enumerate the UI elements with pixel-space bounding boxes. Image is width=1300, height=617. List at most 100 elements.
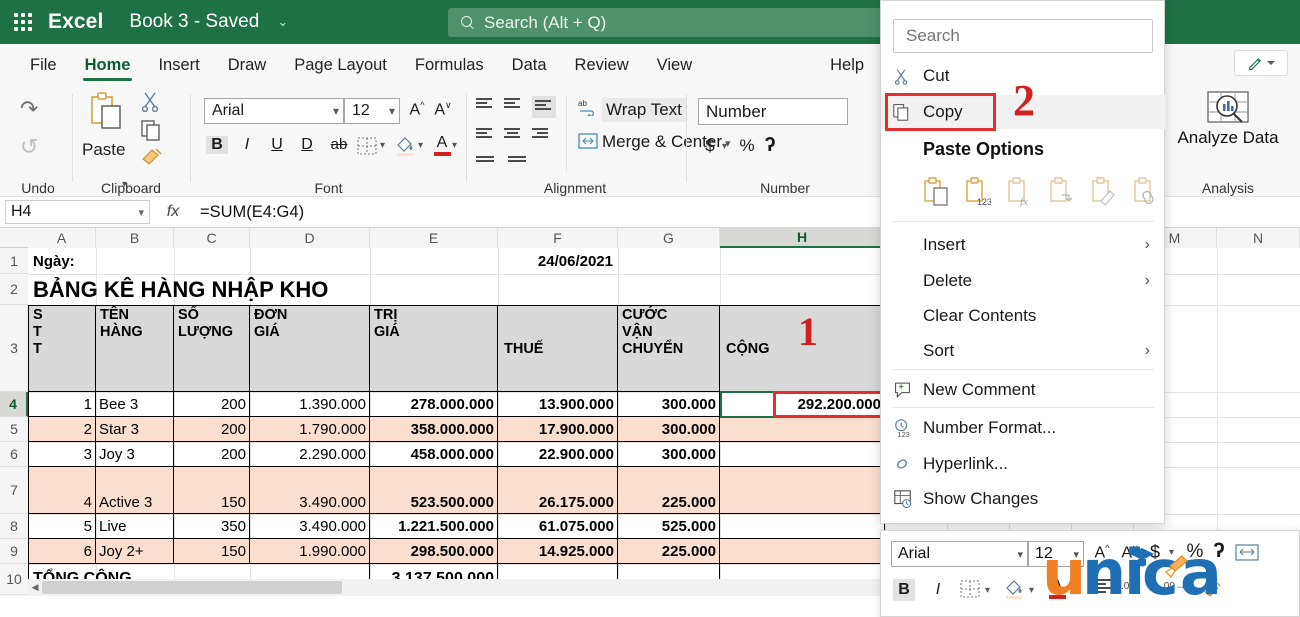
- table-header-so-luong[interactable]: SỐ LƯỢNG: [174, 305, 250, 392]
- mini-format-painter-icon[interactable]: [1201, 579, 1223, 599]
- table-row[interactable]: [720, 467, 885, 514]
- column-header-B[interactable]: B: [96, 228, 174, 248]
- table-row[interactable]: 3.490.000: [250, 514, 370, 539]
- table-row[interactable]: 225.000: [618, 467, 720, 514]
- mini-font-name-select[interactable]: Arial ▾: [891, 541, 1028, 567]
- table-row[interactable]: 61.075.000: [498, 514, 618, 539]
- table-row[interactable]: 2.290.000: [250, 442, 370, 467]
- cell-A2-sheet-title[interactable]: BẢNG KÊ HÀNG NHẬP KHO: [30, 274, 590, 305]
- column-header-N[interactable]: N: [1217, 228, 1300, 248]
- mini-decrease-font-size-button[interactable]: A∨: [1119, 543, 1141, 562]
- row-header-2[interactable]: 2: [0, 274, 28, 305]
- table-row[interactable]: 1.790.000: [250, 417, 370, 442]
- table-row[interactable]: 200: [174, 442, 250, 467]
- percent-format-button[interactable]: %: [738, 136, 756, 156]
- font-color-button[interactable]: A: [432, 134, 452, 156]
- paste-label[interactable]: Paste: [82, 140, 125, 160]
- row-header-11[interactable]: 11: [0, 595, 28, 596]
- table-row[interactable]: 26.175.000: [498, 467, 618, 514]
- tab-file[interactable]: File: [16, 56, 71, 84]
- chevron-down-icon[interactable]: ▾: [1073, 585, 1078, 596]
- app-launcher-waffle-icon[interactable]: [0, 13, 46, 31]
- table-row[interactable]: Active 3: [96, 467, 174, 514]
- table-row[interactable]: 300.000: [618, 442, 720, 467]
- column-header-G[interactable]: G: [618, 228, 720, 248]
- mini-comma-button[interactable]: ʔ: [1211, 539, 1227, 563]
- tab-review[interactable]: Review: [561, 56, 643, 84]
- decrease-indent-button[interactable]: [476, 156, 500, 164]
- mini-italic-button[interactable]: I: [929, 581, 947, 599]
- wrap-text-button[interactable]: Wrap Text: [602, 98, 686, 122]
- table-row[interactable]: 2: [28, 417, 96, 442]
- table-row[interactable]: 150: [174, 539, 250, 564]
- name-box[interactable]: H4 ▾: [5, 200, 150, 224]
- context-menu-search-input[interactable]: Search: [893, 19, 1153, 53]
- row-header-5[interactable]: 5: [0, 417, 28, 442]
- table-row[interactable]: 278.000.000: [370, 392, 498, 417]
- table-row[interactable]: 523.500.000: [370, 467, 498, 514]
- font-name-select[interactable]: Arial ▾: [204, 98, 344, 124]
- tab-page-layout[interactable]: Page Layout: [280, 56, 401, 84]
- cell-G1-date-value[interactable]: 24/06/2021: [498, 248, 616, 274]
- tab-home[interactable]: Home: [71, 56, 145, 84]
- font-size-select[interactable]: 12 ▾: [344, 98, 400, 124]
- table-row[interactable]: 6: [28, 539, 96, 564]
- horizontal-scroll-thumb[interactable]: [42, 581, 342, 594]
- analyze-data-icon[interactable]: [1206, 90, 1250, 126]
- copy-icon[interactable]: [140, 118, 164, 142]
- row-header-8[interactable]: 8: [0, 514, 28, 539]
- mini-font-color-button[interactable]: A: [1047, 577, 1067, 599]
- paste-values-icon[interactable]: 123: [965, 177, 991, 207]
- align-center-button[interactable]: [504, 128, 524, 140]
- italic-button[interactable]: I: [236, 136, 258, 154]
- table-row[interactable]: 1: [28, 392, 96, 417]
- table-row[interactable]: 525.000: [618, 514, 720, 539]
- tab-formulas[interactable]: Formulas: [401, 56, 498, 84]
- table-row[interactable]: Bee 3: [96, 392, 174, 417]
- table-row[interactable]: 300.000: [618, 417, 720, 442]
- chevron-down-icon[interactable]: ▾: [452, 140, 457, 151]
- table-header-stt[interactable]: S T T: [28, 305, 96, 392]
- table-row[interactable]: 1.990.000: [250, 539, 370, 564]
- context-menu-item-number-format[interactable]: 123 Number Format...: [881, 411, 1166, 445]
- context-menu-item-delete[interactable]: Delete ›: [881, 264, 1166, 298]
- mini-percent-button[interactable]: %: [1185, 541, 1205, 563]
- table-row[interactable]: 150: [174, 467, 250, 514]
- tab-draw[interactable]: Draw: [214, 56, 281, 84]
- table-row[interactable]: 225.000: [618, 539, 720, 564]
- table-row[interactable]: 13.900.000: [498, 392, 618, 417]
- underline-button[interactable]: U: [266, 136, 288, 154]
- align-bottom-button[interactable]: [532, 96, 556, 118]
- table-row[interactable]: 5: [28, 514, 96, 539]
- table-header-don-gia[interactable]: ĐƠN GIÁ: [250, 305, 370, 392]
- table-row[interactable]: 17.900.000: [498, 417, 618, 442]
- column-header-D[interactable]: D: [250, 228, 370, 248]
- table-row[interactable]: Joy 2+: [96, 539, 174, 564]
- editing-mode-button[interactable]: [1234, 50, 1288, 76]
- insert-function-button[interactable]: fx: [150, 203, 196, 221]
- bold-button[interactable]: B: [206, 136, 228, 154]
- row-header-7[interactable]: 7: [0, 467, 28, 514]
- row-header-6[interactable]: 6: [0, 442, 28, 467]
- comma-format-button[interactable]: ʔ: [762, 134, 778, 157]
- redo-icon[interactable]: ↺: [20, 136, 38, 158]
- column-header-H[interactable]: H: [720, 228, 885, 248]
- table-row[interactable]: 22.900.000: [498, 442, 618, 467]
- mini-fill-color-icon[interactable]: [1003, 577, 1025, 599]
- mini-increase-font-size-button[interactable]: A^: [1091, 543, 1113, 562]
- align-top-button[interactable]: [476, 98, 496, 110]
- number-format-select[interactable]: Number: [698, 98, 848, 125]
- row-header-1[interactable]: 1: [0, 248, 28, 274]
- undo-icon[interactable]: ↷: [20, 98, 38, 120]
- tab-help[interactable]: Help: [816, 56, 878, 84]
- table-row[interactable]: [720, 417, 885, 442]
- document-title[interactable]: Book 3 - Saved: [129, 11, 259, 33]
- chevron-down-icon[interactable]: ▾: [722, 141, 727, 152]
- chevron-down-icon[interactable]: ▾: [985, 585, 990, 596]
- table-row[interactable]: 3.490.000: [250, 467, 370, 514]
- analyze-data-button[interactable]: Analyze Data: [1168, 128, 1288, 148]
- chevron-down-icon[interactable]: ▾: [1169, 547, 1174, 558]
- table-row[interactable]: 1.221.500.000: [370, 514, 498, 539]
- search-input[interactable]: Search (Alt + Q): [448, 8, 883, 37]
- tab-insert[interactable]: Insert: [144, 56, 213, 84]
